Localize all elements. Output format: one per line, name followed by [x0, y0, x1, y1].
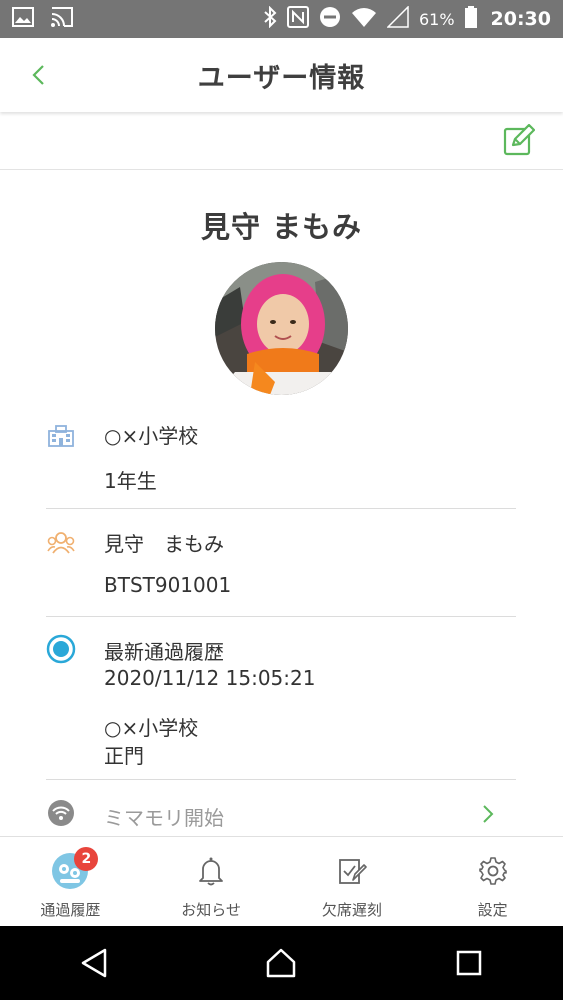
- edit-button[interactable]: [503, 123, 536, 156]
- guardian-name: 見守 まもみ: [104, 532, 224, 556]
- school-building-icon: [46, 420, 76, 450]
- gallery-icon: [12, 7, 34, 31]
- system-back-button[interactable]: [64, 933, 124, 993]
- passage-history-icon: 2: [50, 847, 99, 891]
- wifi-circle-icon: [46, 798, 76, 828]
- bluetooth-icon: [263, 5, 277, 33]
- latest-passage-gate: 正門: [104, 744, 144, 768]
- app-header: ユーザー情報: [0, 38, 563, 112]
- divider: [46, 508, 516, 509]
- nav-passage-history[interactable]: 2 通過履歴: [0, 837, 141, 926]
- back-button[interactable]: [24, 60, 52, 90]
- cast-icon: [50, 6, 74, 32]
- gear-icon: [473, 851, 513, 891]
- guardian-info: 見守 まもみ BTST901001: [46, 520, 516, 618]
- school-info: ○×小学校 1年生: [46, 412, 516, 510]
- wifi-icon: [351, 6, 377, 33]
- nav-label: お知らせ: [181, 901, 241, 919]
- bell-icon: [191, 851, 231, 891]
- latest-passage-datetime: 2020/11/12 15:05:21: [104, 666, 316, 690]
- nfc-icon: [286, 5, 309, 33]
- notification-badge: 2: [74, 847, 99, 871]
- battery-percent: 61%: [418, 9, 455, 29]
- status-bar: 61% 20:30: [0, 0, 563, 38]
- chevron-left-icon: [32, 65, 44, 85]
- home-icon: [267, 948, 296, 978]
- nav-label: 通過履歴: [40, 901, 101, 919]
- guardian-id: BTST901001: [104, 573, 232, 597]
- mimamori-start-row[interactable]: ミマモリ開始: [46, 790, 516, 836]
- latest-passage-location: ○×小学校: [104, 716, 199, 740]
- school-grade: 1年生: [104, 469, 157, 493]
- nav-absence-tardy[interactable]: 欠席遅刻: [282, 837, 423, 926]
- avatar: [215, 262, 348, 395]
- mimamori-start-label: ミマモリ開始: [104, 806, 224, 830]
- radio-selected-icon: [46, 634, 76, 664]
- battery-icon: [464, 5, 477, 33]
- do-not-disturb-icon: [319, 6, 341, 33]
- square-recents-icon: [456, 950, 482, 976]
- page-title: ユーザー情報: [197, 62, 366, 94]
- people-icon: [46, 528, 76, 558]
- bottom-nav: 2 通過履歴 お知らせ 欠席遅刻 設定: [0, 836, 563, 926]
- nav-settings[interactable]: 設定: [422, 837, 563, 926]
- latest-passage-title: 最新通過履歴: [104, 640, 224, 664]
- document-edit-icon: [332, 851, 372, 891]
- edit-icon: [503, 123, 536, 156]
- system-home-button[interactable]: [251, 933, 311, 993]
- triangle-back-icon: [81, 948, 107, 978]
- nav-label: 欠席遅刻: [321, 901, 382, 919]
- chevron-right-icon: [482, 804, 494, 828]
- nav-notifications[interactable]: お知らせ: [141, 837, 282, 926]
- nav-label: 設定: [477, 901, 508, 919]
- edit-row: [0, 112, 563, 170]
- user-name: 見守 まもみ: [200, 210, 363, 244]
- clock: 20:30: [490, 8, 551, 30]
- system-nav-bar: [0, 926, 563, 1000]
- latest-passage-info: 最新通過履歴 2020/11/12 15:05:21 ○×小学校 正門: [46, 628, 516, 778]
- school-name: ○×小学校: [104, 424, 199, 448]
- signal-icon: [386, 4, 409, 33]
- divider: [46, 779, 516, 780]
- system-recents-button[interactable]: [439, 933, 499, 993]
- divider: [46, 616, 516, 617]
- user-info-content: 見守 まもみ ○×小学校 1年生 見守 まもみ BTST901001 最新通過履…: [0, 112, 563, 836]
